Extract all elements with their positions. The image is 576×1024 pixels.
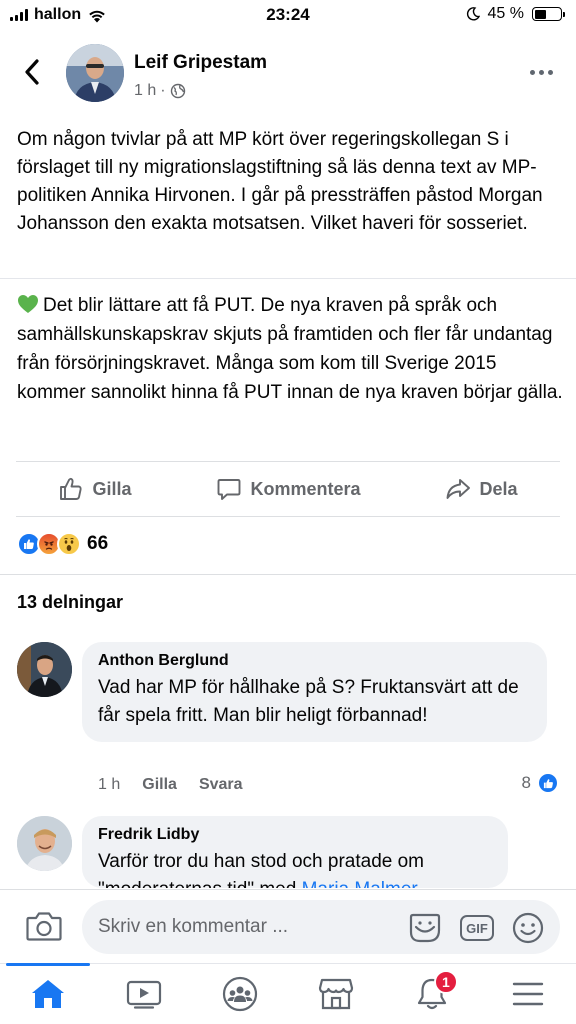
globe-icon <box>170 83 186 99</box>
tab-marketplace[interactable] <box>288 964 384 1024</box>
dot-icon <box>538 69 544 75</box>
status-bar: hallon 23:24 45 % <box>0 0 576 30</box>
commenter-avatar[interactable] <box>17 642 72 697</box>
post-time[interactable]: 1 h <box>134 82 156 100</box>
sticker-icon[interactable] <box>408 912 442 944</box>
like-label: Gilla <box>92 478 132 499</box>
green-heart-icon <box>17 294 39 314</box>
commenter-avatar[interactable] <box>17 816 72 871</box>
post-action-bar: Gilla Kommentera Dela <box>16 461 560 517</box>
share-label: Dela <box>479 478 518 499</box>
thumbs-up-icon <box>60 477 83 500</box>
tab-watch[interactable] <box>96 964 192 1024</box>
commenter-name[interactable]: Fredrik Lidby <box>98 826 492 844</box>
post-meta: 1 h · <box>134 82 186 100</box>
moon-icon <box>466 7 480 21</box>
comment-icon <box>218 479 241 500</box>
wow-reaction-icon <box>57 532 81 556</box>
battery-percent: 45 % <box>487 5 524 22</box>
bottom-tab-bar: 1 <box>0 963 576 1024</box>
dot-icon <box>547 69 553 75</box>
like-reaction-icon <box>537 772 559 794</box>
comment-bubble[interactable]: Anthon Berglund Vad har MP för hållhake … <box>82 642 547 742</box>
share-icon <box>447 479 471 499</box>
mention-link[interactable]: Maria Malmer <box>302 879 418 888</box>
post-text: Om någon tvivlar på att MP kört över reg… <box>17 129 543 234</box>
battery-level <box>534 9 546 19</box>
like-button[interactable]: Gilla <box>48 470 141 508</box>
notification-badge: 1 <box>433 970 458 994</box>
comment-text: Vad har MP för hållhake på S? Fruktansvä… <box>98 677 519 726</box>
dot-icon <box>529 69 535 75</box>
shares-count[interactable]: 13 delningar <box>17 592 123 613</box>
tab-home[interactable] <box>0 963 96 1024</box>
tab-notifications[interactable]: 1 <box>384 964 480 1024</box>
post-header: Leif Gripestam 1 h · <box>0 38 576 108</box>
comment-time: 1 h <box>98 776 121 793</box>
author-name[interactable]: Leif Gripestam <box>134 52 267 74</box>
shared-post[interactable]: Det blir lättare att få PUT. De nya krav… <box>0 278 576 450</box>
divider <box>0 574 576 575</box>
groups-icon <box>222 976 258 1012</box>
emoji-icon[interactable] <box>512 912 544 944</box>
comment-button[interactable]: Kommentera <box>206 470 370 508</box>
tab-groups[interactable] <box>192 964 288 1024</box>
camera-icon[interactable] <box>26 910 62 947</box>
meta-separator: · <box>160 82 166 99</box>
comment-like-button[interactable]: Gilla <box>142 776 177 794</box>
author-avatar[interactable] <box>66 44 124 102</box>
more-options-button[interactable] <box>526 62 556 82</box>
battery-icon <box>532 7 565 21</box>
gif-button[interactable]: GIF <box>460 915 494 941</box>
comment-text: Varför tror du han stod och pratade om "… <box>98 848 492 888</box>
shared-text-body: Det blir lättare att få PUT. De nya krav… <box>17 295 563 403</box>
reactions-summary[interactable]: 66 <box>17 532 108 556</box>
home-icon <box>32 980 64 1008</box>
composer-icons: GIF <box>408 912 544 944</box>
comment-reaction-summary[interactable]: 8 <box>522 772 559 794</box>
comment-composer: GIF <box>0 889 576 963</box>
comment-reaction-count: 8 <box>521 773 531 792</box>
marketplace-icon <box>318 978 354 1010</box>
watch-icon <box>126 980 162 1009</box>
comment-reply-button[interactable]: Svara <box>199 776 243 794</box>
back-button[interactable] <box>14 54 50 90</box>
reaction-count: 66 <box>87 533 109 554</box>
menu-icon <box>512 982 544 1006</box>
shared-post-text: Det blir lättare att få PUT. De nya krav… <box>17 291 565 407</box>
comment-actions: 1 h Gilla Svara <box>98 776 243 794</box>
commenter-name[interactable]: Anthon Berglund <box>98 652 531 670</box>
comment-label: Kommentera <box>250 478 361 499</box>
share-button[interactable]: Dela <box>435 470 527 508</box>
status-right: 45 % <box>466 5 565 23</box>
tab-menu[interactable] <box>480 964 576 1024</box>
comment-bubble[interactable]: Fredrik Lidby Varför tror du han stod oc… <box>82 816 508 888</box>
chevron-left-icon <box>25 59 39 85</box>
